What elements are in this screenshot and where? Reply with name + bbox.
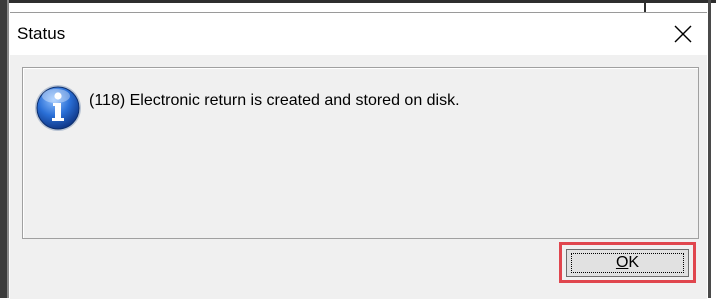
dialog-title: Status [17,24,66,43]
ok-label-rest: K [628,254,640,271]
backdrop-left-border-inner [7,0,9,298]
dialog-message: (118) Electronic return is created and s… [89,92,460,109]
backdrop-top-divider [644,0,646,12]
info-icon [35,85,81,131]
close-icon [674,25,692,43]
message-panel: (118) Electronic return is created and s… [22,67,699,239]
status-dialog: Status (118) Electronic return is create… [10,12,707,299]
backdrop-top-border [0,0,716,3]
close-button[interactable] [661,15,705,53]
ok-button-label: OK [616,254,639,272]
ok-button[interactable]: OK [566,249,689,277]
backdrop-right-border [708,0,711,298]
dialog-titlebar[interactable]: Status [10,13,707,55]
ok-mnemonic: O [615,254,629,271]
backdrop-left-border [0,0,7,298]
screenshot-frame: Status (118) Electronic return is create… [0,0,716,299]
